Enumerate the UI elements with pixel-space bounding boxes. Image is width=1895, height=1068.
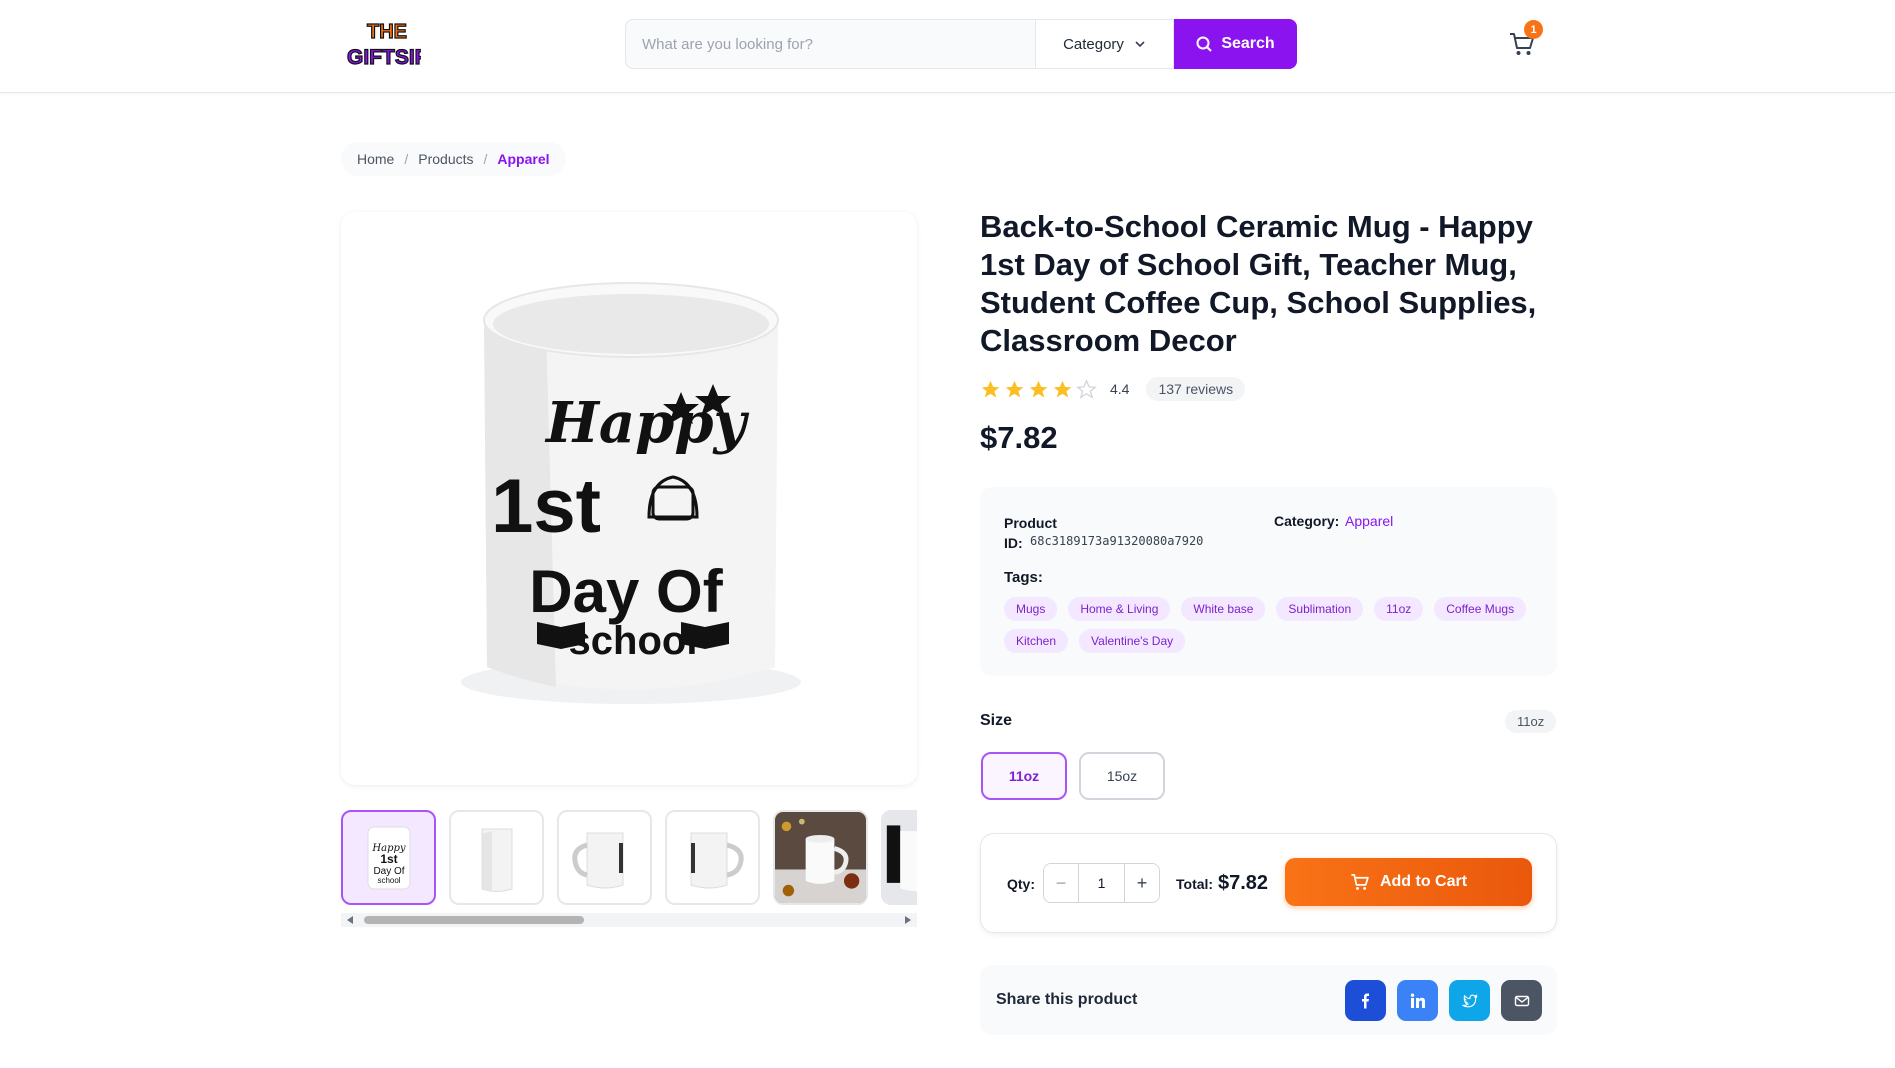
scroll-right-icon[interactable] — [905, 916, 911, 924]
star-icon — [1029, 380, 1048, 397]
tag-chip[interactable]: White base — [1181, 597, 1266, 621]
size-option-11oz[interactable]: 11oz — [981, 752, 1067, 800]
category-label: Category: — [1274, 513, 1340, 529]
search-button-label: Search — [1221, 35, 1275, 52]
breadcrumb-separator: / — [404, 151, 409, 167]
tag-chip[interactable]: Valentine's Day — [1079, 629, 1186, 653]
cart-count-badge: 1 — [1524, 20, 1543, 39]
tag-chip[interactable]: Coffee Mugs — [1434, 597, 1527, 621]
search-bar: Category Search — [625, 19, 1297, 69]
star-icon — [1053, 380, 1072, 397]
total-value: $7.82 — [1218, 872, 1269, 894]
linkedin-share-button[interactable] — [1397, 980, 1438, 1021]
share-label: Share this product — [996, 991, 1138, 1008]
tag-list: Mugs Home & Living White base Sublimatio… — [1004, 597, 1534, 653]
category-dropdown[interactable]: Category — [1035, 19, 1174, 69]
qty-decrement-button[interactable]: − — [1044, 864, 1079, 902]
svg-text:school: school — [569, 619, 698, 663]
thumbnail-scrollbar[interactable] — [341, 913, 917, 927]
size-label: Size — [980, 712, 1013, 729]
thumbnail-4[interactable] — [665, 810, 760, 905]
qty-increment-button[interactable]: + — [1124, 864, 1159, 902]
breadcrumb-current: Apparel — [497, 151, 550, 167]
product-title: Back-to-School Ceramic Mug - Happy 1st D… — [980, 209, 1537, 358]
search-input[interactable] — [625, 19, 1035, 69]
reviews-count[interactable]: 137 reviews — [1146, 377, 1246, 401]
scroll-left-icon[interactable] — [347, 916, 353, 924]
svg-text:Day Of: Day Of — [529, 558, 723, 625]
svg-text:1st: 1st — [491, 464, 601, 549]
product-page: THE GIFTSIP Category Search 1 Home / Pro… — [0, 0, 1895, 1068]
thumbnail-3[interactable] — [557, 810, 652, 905]
linkedin-icon — [1410, 993, 1425, 1008]
thumbnail-strip: Happy 1st Day Of school — [341, 810, 917, 906]
quantity-stepper: − + — [1043, 863, 1160, 903]
share-section: Share this product — [980, 965, 1557, 1035]
email-share-button[interactable] — [1501, 980, 1542, 1021]
svg-text:GIFTSIP: GIFTSIP — [347, 46, 421, 69]
star-empty-icon — [1076, 378, 1097, 399]
search-icon — [1196, 36, 1213, 52]
breadcrumb-products[interactable]: Products — [418, 151, 473, 167]
tag-chip[interactable]: Kitchen — [1004, 629, 1069, 653]
rating-value: 4.4 — [1110, 381, 1130, 397]
thumbnail-2[interactable] — [449, 810, 544, 905]
tag-chip[interactable]: Sublimation — [1276, 597, 1364, 621]
add-to-cart-button[interactable]: Add to Cart — [1285, 858, 1532, 906]
qty-label: Qty: — [1007, 876, 1035, 892]
qty-input[interactable] — [1079, 864, 1124, 902]
thumbnail-5[interactable] — [773, 810, 868, 905]
purchase-box: Qty: − + Total: $7.82 Add to Cart — [980, 833, 1557, 933]
category-link[interactable]: Apparel — [1345, 513, 1393, 529]
facebook-icon — [1361, 993, 1369, 1008]
svg-text:1st: 1st — [380, 852, 397, 866]
cart-icon — [1351, 874, 1369, 890]
mail-icon — [1514, 995, 1529, 1006]
selected-size-badge: 11oz — [1505, 710, 1557, 733]
tag-chip[interactable]: Mugs — [1004, 597, 1058, 621]
breadcrumb-home[interactable]: Home — [357, 151, 394, 167]
product-id-value: 68c3189173a91320080a7920 — [1030, 534, 1204, 548]
thumbnail-6[interactable] — [881, 810, 917, 905]
star-icon — [1005, 380, 1024, 397]
add-to-cart-label: Add to Cart — [1379, 873, 1468, 890]
thumbnail-1[interactable]: Happy 1st Day Of school — [341, 810, 436, 905]
star-icon — [981, 380, 1000, 397]
site-logo[interactable]: THE GIFTSIP — [345, 14, 429, 72]
breadcrumb: Home / Products / Apparel — [341, 142, 566, 176]
site-header: THE GIFTSIP Category Search 1 — [0, 0, 1895, 93]
total-label: Total: — [1176, 876, 1214, 892]
scrollbar-thumb[interactable] — [364, 916, 584, 924]
tags-label: Tags: — [1004, 569, 1043, 586]
tag-chip[interactable]: Home & Living — [1068, 597, 1171, 621]
chevron-down-icon — [1135, 41, 1145, 48]
twitter-share-button[interactable] — [1449, 980, 1490, 1021]
svg-text:school: school — [377, 876, 400, 885]
search-button[interactable]: Search — [1174, 19, 1297, 69]
svg-text:THE: THE — [367, 21, 407, 43]
product-main-image[interactable]: Happy 1st Day Of school — [341, 212, 917, 785]
facebook-share-button[interactable] — [1345, 980, 1386, 1021]
breadcrumb-separator: / — [483, 151, 488, 167]
product-info-box: Product ID: 68c3189173a91320080a7920 Cat… — [980, 487, 1557, 676]
product-rating: 4.4 137 reviews — [980, 377, 1246, 401]
size-option-15oz[interactable]: 15oz — [1079, 752, 1165, 800]
tag-chip[interactable]: 11oz — [1374, 597, 1424, 621]
product-price: $7.82 — [980, 420, 1058, 455]
category-dropdown-label: Category — [1063, 35, 1124, 53]
twitter-icon — [1461, 993, 1477, 1007]
